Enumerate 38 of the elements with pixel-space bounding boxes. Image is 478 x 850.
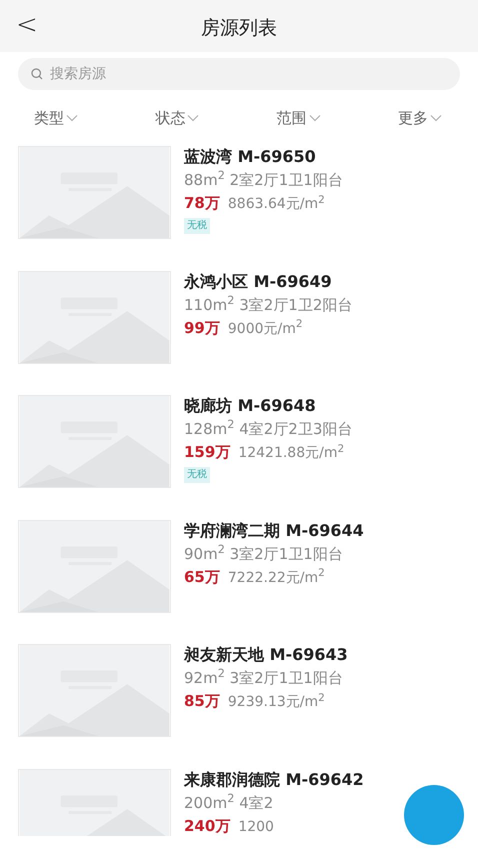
listing-specs: 90m$^{2}$ 3室2厅1卫1阳台 (184, 542, 344, 564)
listing-specs: 128m$^{2}$ 4室2厅2卫3阳台 (184, 417, 352, 440)
filter-dropdown[interactable]: 范围 (276, 106, 321, 130)
listing-title[interactable]: 昶友新天地 M-69643 (184, 644, 348, 666)
tag: 无税 (184, 467, 210, 483)
chevron-down-icon (66, 114, 78, 122)
listing-title[interactable]: 蓝波湾 M-69650 (184, 146, 343, 168)
listing-title[interactable]: 晓廊坊 M-69648 (184, 395, 352, 417)
total-price: 159万 (184, 442, 230, 463)
unit-price: 9239.13元/m$^{2}$ (228, 691, 325, 712)
search-field[interactable]: 搜索房源 (18, 58, 460, 90)
chevron-down-icon (308, 114, 321, 122)
listing-specs: 88m$^{2}$ 2室2厅1卫1阳台 (184, 168, 343, 191)
listing-specs: 92m$^{2}$ 3室2厅1卫1阳台 (184, 666, 344, 689)
listing-title[interactable]: 来康郡润德院 M-69642 (184, 768, 364, 790)
listing-specs: 200m$^{2}$ 4室2 (184, 790, 274, 814)
total-price: 85万 (184, 691, 220, 712)
unit-price: 12421.88元/m$^{2}$ (238, 442, 344, 463)
listing-title[interactable]: 学府澜湾二期 M-69644 (184, 520, 364, 542)
filter-dropdown[interactable]: 类型 (34, 106, 78, 130)
unit-price: 7222.22元/m$^{2}$ (228, 566, 325, 588)
filter-dropdown[interactable]: 更多 (398, 106, 442, 130)
total-price: 240万 (184, 816, 230, 836)
unit-price: 1200 (238, 818, 274, 836)
total-price: 65万 (184, 566, 220, 588)
unit-price: 8863.64元/m$^{2}$ (228, 193, 325, 214)
chevron-down-icon (187, 114, 200, 122)
filter-dropdown[interactable]: 状态 (155, 106, 200, 130)
chevron-down-icon (430, 114, 442, 122)
tag: 无税 (184, 218, 210, 234)
listing-title[interactable]: 永鸿小区 M-69649 (184, 270, 352, 292)
back-button[interactable]: < (16, 10, 38, 40)
search-icon (31, 68, 43, 80)
total-price: 78万 (184, 193, 220, 214)
listing-specs: 110m$^{2}$ 3室2厅1卫2阳台 (184, 292, 352, 316)
total-price: 99万 (184, 318, 220, 338)
page-title: 房源列表 (201, 16, 277, 41)
unit-price: 9000元/m$^{2}$ (228, 318, 303, 338)
